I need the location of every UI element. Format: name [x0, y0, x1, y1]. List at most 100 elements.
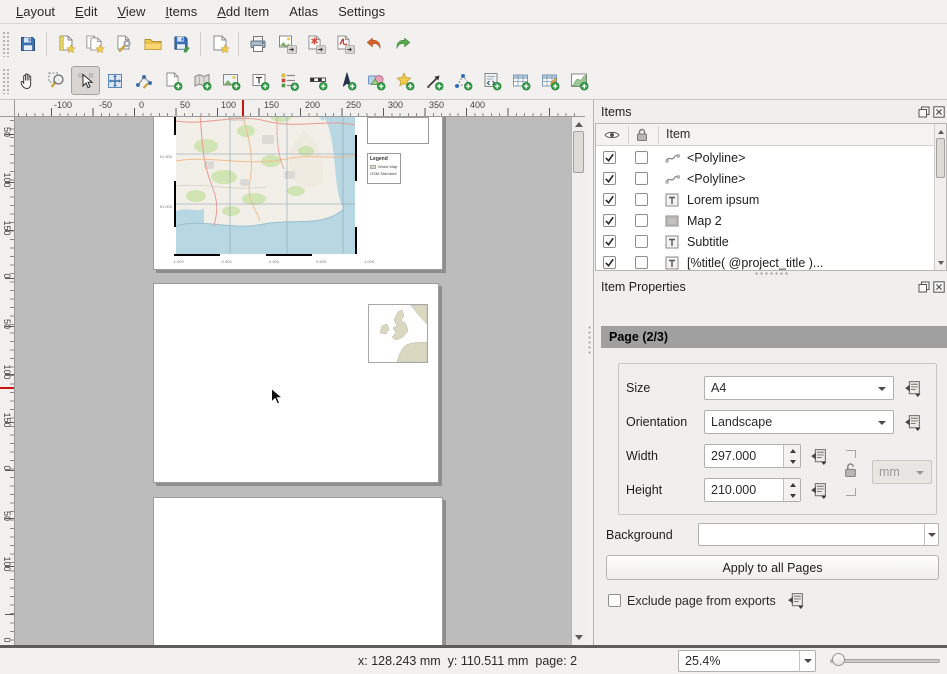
page-3[interactable]: [153, 497, 443, 645]
undo-button[interactable]: [359, 29, 388, 58]
menu-items[interactable]: Items: [155, 1, 207, 22]
redo-button[interactable]: [388, 29, 417, 58]
pan-tool-button[interactable]: [13, 66, 42, 95]
page-1[interactable]: 51.500 51.000 -1.000 -0.500 0.000 0.500 …: [153, 117, 443, 270]
toolbar-drag-handle[interactable]: [2, 68, 10, 94]
save-as-template-button[interactable]: [167, 29, 196, 58]
move-content-tool-button[interactable]: [100, 66, 129, 95]
add-picture-button[interactable]: [216, 66, 245, 95]
menu-layout[interactable]: Layout: [6, 1, 65, 22]
background-color-dropdown[interactable]: [924, 524, 938, 545]
page-2[interactable]: [153, 283, 439, 483]
add-label-button[interactable]: [245, 66, 274, 95]
layout-canvas[interactable]: 51.500 51.000 -1.000 -0.500 0.000 0.500 …: [15, 117, 571, 645]
add-arrow-button[interactable]: [419, 66, 448, 95]
splitter-handle[interactable]: [588, 325, 591, 355]
spin-up-button[interactable]: [784, 445, 801, 456]
print-button[interactable]: [243, 29, 272, 58]
scroll-up-button[interactable]: [572, 118, 585, 131]
orientation-data-defined-button[interactable]: [900, 410, 924, 434]
background-color-button[interactable]: [698, 523, 939, 546]
close-panel-button[interactable]: [932, 280, 945, 293]
add-attribute-table-button[interactable]: [506, 66, 535, 95]
add-html-button[interactable]: [477, 66, 506, 95]
add-from-template-button[interactable]: [205, 29, 234, 58]
items-tree-scrollbar[interactable]: [934, 124, 946, 270]
edit-nodes-tool-button[interactable]: [129, 66, 158, 95]
zoom-slider[interactable]: [830, 651, 940, 669]
menu-view[interactable]: View: [107, 1, 155, 22]
visibility-checkbox[interactable]: [603, 172, 616, 185]
export-pdf-button[interactable]: [330, 29, 359, 58]
add-shape-button[interactable]: [361, 66, 390, 95]
visibility-checkbox[interactable]: [603, 235, 616, 248]
map-item[interactable]: [174, 117, 357, 256]
add-scalebar-button[interactable]: [303, 66, 332, 95]
export-svg-button[interactable]: [301, 29, 330, 58]
add-legend-button[interactable]: [274, 66, 303, 95]
scroll-down-button[interactable]: [572, 631, 585, 644]
visibility-checkbox[interactable]: [603, 256, 616, 269]
panel-splitter[interactable]: [585, 100, 593, 645]
items-row[interactable]: <Polyline>: [596, 147, 936, 168]
menu-edit[interactable]: Edit: [65, 1, 107, 22]
items-row[interactable]: Lorem ipsum: [596, 189, 936, 210]
add-elevation-profile-button[interactable]: [564, 66, 593, 95]
export-image-button[interactable]: [272, 29, 301, 58]
spin-up-button[interactable]: [784, 479, 801, 490]
unlock-icon[interactable]: [844, 462, 857, 478]
items-row[interactable]: Map 2: [596, 210, 936, 231]
menu-add-item[interactable]: Add Item: [207, 1, 279, 22]
size-combo[interactable]: A4: [704, 376, 894, 400]
size-data-defined-button[interactable]: [900, 376, 924, 400]
lock-checkbox[interactable]: [635, 193, 648, 206]
zoom-level-combo[interactable]: 25.4%: [678, 650, 816, 672]
slider-handle[interactable]: [832, 653, 845, 666]
slider-groove[interactable]: [830, 659, 940, 663]
new-layout-button[interactable]: [51, 29, 80, 58]
open-template-button[interactable]: [138, 29, 167, 58]
spin-down-button[interactable]: [784, 490, 801, 501]
zoom-tool-button[interactable]: [42, 66, 71, 95]
lock-checkbox[interactable]: [635, 151, 648, 164]
save-project-button[interactable]: [13, 29, 42, 58]
lock-checkbox[interactable]: [635, 172, 648, 185]
visibility-checkbox[interactable]: [603, 151, 616, 164]
add-page-button[interactable]: [158, 66, 187, 95]
apply-to-all-pages-button[interactable]: Apply to all Pages: [606, 555, 939, 580]
float-panel-button[interactable]: [917, 105, 930, 118]
scroll-up-button[interactable]: [934, 125, 947, 138]
exclude-data-defined-button[interactable]: [786, 591, 805, 610]
scroll-down-button[interactable]: [934, 256, 947, 269]
exclude-page-checkbox[interactable]: [608, 594, 621, 607]
close-panel-button[interactable]: [932, 105, 945, 118]
height-spinbox[interactable]: 210.000: [704, 478, 801, 502]
menu-atlas[interactable]: Atlas: [279, 1, 328, 22]
width-spinbox[interactable]: 297.000: [704, 444, 801, 468]
add-north-arrow-button[interactable]: [332, 66, 361, 95]
add-fixed-table-button[interactable]: [535, 66, 564, 95]
lock-checkbox[interactable]: [635, 235, 648, 248]
map-2-item[interactable]: [368, 304, 428, 363]
zoom-combo-dropdown[interactable]: [799, 651, 815, 671]
menu-settings[interactable]: Settings: [328, 1, 395, 22]
spin-down-button[interactable]: [784, 456, 801, 467]
float-panel-button[interactable]: [917, 280, 930, 293]
orientation-combo[interactable]: Landscape: [704, 410, 894, 434]
legend-item[interactable]: Legend World Map OSM Standard: [367, 153, 401, 184]
layout-manager-button[interactable]: [109, 29, 138, 58]
frame-item[interactable]: [367, 117, 429, 144]
add-node-item-button[interactable]: [448, 66, 477, 95]
items-row[interactable]: Subtitle: [596, 231, 936, 252]
items-row[interactable]: [%title( @project_title )...: [596, 252, 936, 271]
add-map-button[interactable]: [187, 66, 216, 95]
scrollbar-thumb[interactable]: [573, 131, 584, 173]
height-data-defined-button[interactable]: [806, 478, 830, 502]
scrollbar-thumb[interactable]: [936, 138, 945, 178]
select-move-tool-button[interactable]: [71, 66, 100, 95]
visibility-checkbox[interactable]: [603, 193, 616, 206]
toolbar-drag-handle[interactable]: [2, 31, 10, 57]
visibility-checkbox[interactable]: [603, 214, 616, 227]
width-data-defined-button[interactable]: [806, 444, 830, 468]
canvas-vertical-scrollbar[interactable]: [571, 117, 585, 645]
